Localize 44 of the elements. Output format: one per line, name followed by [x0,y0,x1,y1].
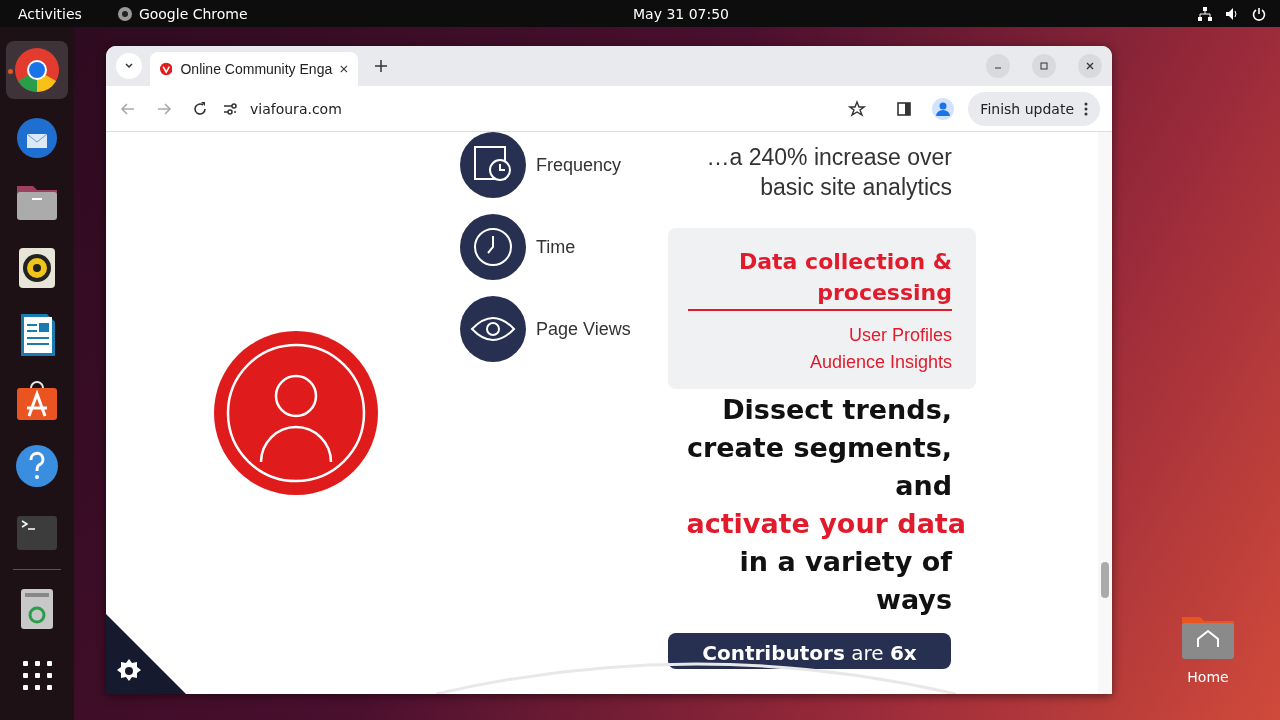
metric-label: Time [536,236,576,258]
clock[interactable]: May 31 07:50 [633,5,729,22]
side-panel-icon[interactable] [896,100,913,117]
volume-icon[interactable] [1225,6,1239,21]
heading-text: in a variety of ways [738,545,952,617]
metric-label: Page Views [536,318,631,340]
increase-text: …a 240% increase over basic site analytics [705,143,952,202]
star-icon[interactable] [848,99,867,118]
app-menu[interactable]: Google Chrome [138,5,248,22]
home-folder[interactable]: Home [1180,613,1236,685]
question-mark-icon [13,442,61,490]
calendar-clock-icon [460,132,526,198]
card-title: Data collection & processing [688,246,952,311]
contributors-text: Contributors are 6x [702,641,917,665]
activities-button[interactable]: Activities [18,5,82,22]
dock-app-button[interactable] [6,41,68,99]
chrome-icon [116,5,133,22]
close-button[interactable] [1078,54,1102,78]
heading-text: Dissect trends, create segments, and [685,393,952,503]
tab-search-button[interactable] [116,53,142,79]
eye-icon [460,296,526,362]
scrollbar-thumb[interactable] [1101,562,1109,598]
new-tab-icon[interactable] [374,59,388,73]
close-icon [1085,61,1095,71]
profile-icon[interactable] [932,97,955,120]
network-icon[interactable] [1198,6,1212,21]
heading-highlight: activate your data [686,507,966,541]
browser-tab[interactable]: Online Community Enga [150,52,358,86]
card-link[interactable]: Audience Insights [809,352,952,373]
reload-icon[interactable] [192,100,208,117]
metric-label: Frequency [536,154,622,176]
maximize-icon [1039,61,1049,71]
finish-update-button[interactable]: Finish update [968,91,1100,126]
power-icon[interactable] [1252,6,1266,21]
user-avatar-icon [213,330,379,496]
more-icon [1084,101,1088,116]
card-link[interactable]: User Profiles [848,325,952,346]
site-settings-icon[interactable] [222,100,238,117]
maximize-button[interactable] [1032,54,1056,78]
close-icon[interactable] [340,64,348,74]
chevron-down-icon [124,61,134,71]
chrome-icon [13,46,61,94]
site-favicon-icon [160,61,173,77]
clock-icon [460,214,526,280]
